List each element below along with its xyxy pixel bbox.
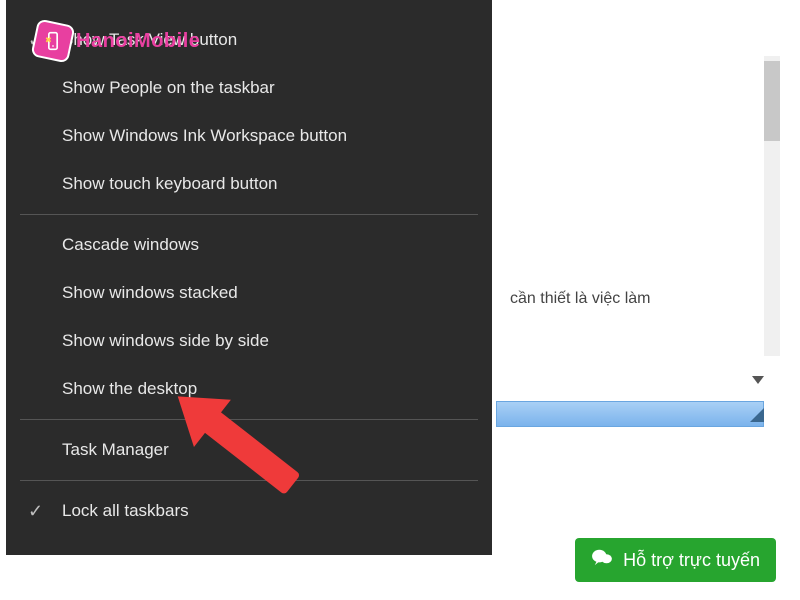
menu-item-show-ink-workspace[interactable]: Show Windows Ink Workspace button	[6, 112, 492, 160]
vertical-scrollbar-thumb[interactable]	[764, 61, 780, 141]
menu-item-cascade-windows[interactable]: Cascade windows	[6, 221, 492, 269]
menu-item-label: Show People on the taskbar	[62, 78, 275, 98]
live-chat-button[interactable]: Hỗ trợ trực tuyến	[575, 538, 776, 582]
menu-item-show-people[interactable]: Show People on the taskbar	[6, 64, 492, 112]
menu-item-label: Task Manager	[62, 440, 169, 460]
menu-item-label: Show Windows Ink Workspace button	[62, 126, 347, 146]
article-text-fragment: cần thiết là việc làm	[510, 290, 651, 308]
selected-item-bar[interactable]	[496, 401, 764, 427]
menu-separator	[20, 480, 478, 481]
chat-label: Hỗ trợ trực tuyến	[623, 550, 760, 571]
screenshot-frame: cần thiết là việc làm Show Task View but…	[6, 6, 794, 594]
menu-item-windows-side-by-side[interactable]: Show windows side by side	[6, 317, 492, 365]
menu-item-label: Lock all taskbars	[62, 501, 189, 521]
menu-item-label: Show the desktop	[62, 379, 197, 399]
menu-item-show-desktop[interactable]: Show the desktop	[6, 365, 492, 413]
resize-grip-icon	[750, 408, 764, 422]
menu-item-show-touch-keyboard[interactable]: Show touch keyboard button	[6, 160, 492, 208]
watermark-logo: HanoiMobile	[36, 24, 200, 58]
menu-item-label: Show touch keyboard button	[62, 174, 277, 194]
dropdown-arrow-icon[interactable]	[752, 376, 764, 384]
watermark-text: HanoiMobile	[76, 30, 200, 53]
menu-item-label: Show windows side by side	[62, 331, 269, 351]
taskbar-context-menu: Show Task View button Show People on the…	[6, 0, 492, 555]
menu-separator	[20, 214, 478, 215]
menu-item-lock-taskbars[interactable]: Lock all taskbars	[6, 487, 492, 535]
chat-bubble-icon	[591, 548, 613, 572]
logo-badge-icon	[33, 21, 73, 61]
menu-item-label: Cascade windows	[62, 235, 199, 255]
menu-separator	[20, 419, 478, 420]
menu-item-task-manager[interactable]: Task Manager	[6, 426, 492, 474]
menu-item-label: Show windows stacked	[62, 283, 238, 303]
menu-item-windows-stacked[interactable]: Show windows stacked	[6, 269, 492, 317]
